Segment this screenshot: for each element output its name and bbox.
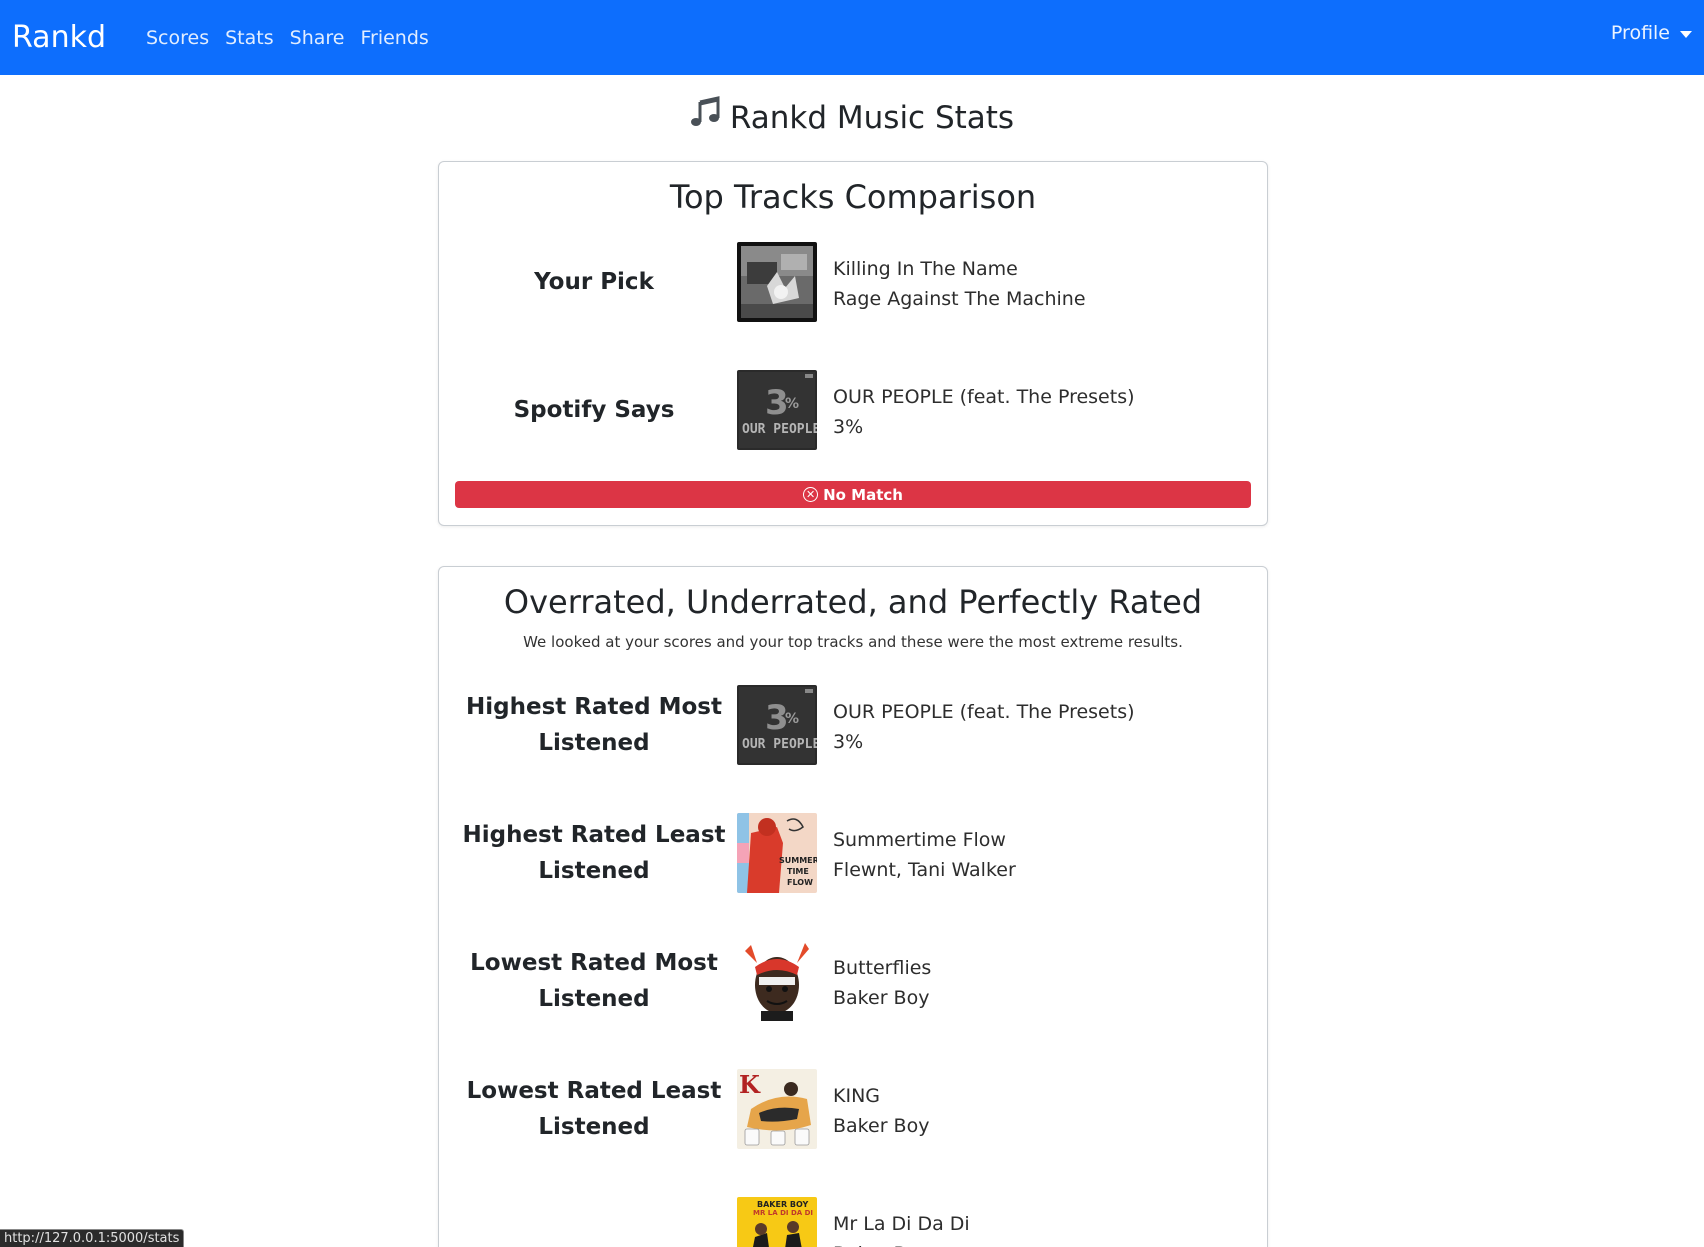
track-info: Butterflies Baker Boy: [833, 953, 931, 1013]
track-info: OUR PEOPLE (feat. The Presets) 3%: [833, 382, 1135, 442]
track-artist: 3%: [833, 731, 864, 753]
album-art-rage: [737, 242, 817, 322]
track-artist: Rage Against The Machine: [833, 288, 1086, 310]
nav-link-scores[interactable]: Scores: [146, 27, 209, 49]
svg-text:SUMMER: SUMMER: [779, 856, 817, 865]
track-info: Mr La Di Da Di Baker Boy: [833, 1209, 970, 1247]
row-label: Highest Rated Least Listened: [462, 822, 726, 884]
brand-link[interactable]: Rankd: [12, 20, 106, 55]
track-artist: Baker Boy: [833, 1239, 970, 1247]
nav-link-stats[interactable]: Stats: [225, 27, 274, 49]
svg-text:%: %: [785, 396, 799, 412]
profile-dropdown[interactable]: Profile: [1611, 22, 1692, 44]
x-circle-icon: ✕: [803, 487, 819, 502]
track-title: OUR PEOPLE (feat. The Presets): [833, 386, 1135, 408]
link-preview-statusbar: http://127.0.0.1:5000/stats: [0, 1229, 185, 1247]
track-title: Killing In The Name: [833, 258, 1018, 280]
row-label: Your Pick: [534, 269, 654, 295]
navbar: Rankd Scores Stats Share Friends Profile: [0, 0, 1704, 75]
track-info: OUR PEOPLE (feat. The Presets) 3%: [833, 697, 1135, 757]
album-art-mr-la-di-da-di: BAKER BOY MR LA DI DA DI: [737, 1197, 817, 1247]
album-art-our-people: 3 % OUR PEOPLE: [737, 685, 817, 765]
svg-text:K: K: [739, 1070, 761, 1099]
track-info: Summertime Flow Flewnt, Tani Walker: [833, 825, 1016, 885]
no-match-badge: ✕ No Match: [455, 481, 1251, 508]
album-art-summertime-flow: SUMMER TIME FLOW: [737, 813, 817, 893]
album-art-our-people: 3 % OUR PEOPLE: [737, 370, 817, 450]
ratings-subtitle: We looked at your scores and your top tr…: [523, 633, 1183, 651]
track-title: Summertime Flow: [833, 829, 1006, 851]
comparison-row-your-pick: Your Pick Killing In The Name Rage Again…: [439, 242, 1267, 322]
music-note-icon: [690, 96, 720, 136]
album-art-butterflies: [737, 941, 817, 1021]
svg-text:TIME: TIME: [787, 867, 809, 876]
ratings-title: Overrated, Underrated, and Perfectly Rat…: [503, 583, 1203, 621]
nav-link-share[interactable]: Share: [290, 27, 345, 49]
track-artist: Baker Boy: [833, 1115, 930, 1137]
ratings-card: Overrated, Underrated, and Perfectly Rat…: [438, 566, 1268, 1247]
ratings-row: Highest Rated Least Listened SUMMER TIME…: [439, 813, 1267, 893]
album-art-king: K: [737, 1069, 817, 1149]
ratings-row: Biggest Outlier BAKER BOY MR LA DI DA DI…: [439, 1197, 1267, 1247]
ratings-row: Highest Rated Most Listened 3 % OUR PEOP…: [439, 685, 1267, 765]
top-tracks-card: Top Tracks Comparison Your Pick Killing …: [438, 161, 1268, 526]
track-title: KING: [833, 1085, 880, 1107]
row-label: Biggest Outlier: [459, 1197, 729, 1247]
nav-link-friends[interactable]: Friends: [360, 27, 428, 49]
page-title: Rankd Music Stats: [0, 96, 1704, 136]
profile-label: Profile: [1610, 22, 1670, 44]
svg-text:OUR PEOPLE: OUR PEOPLE: [742, 737, 817, 752]
page-title-text: Rankd Music Stats: [729, 100, 1015, 136]
ratings-row: Lowest Rated Least Listened K KING Baker…: [439, 1069, 1267, 1149]
no-match-label: No Match: [823, 485, 903, 504]
row-label: Lowest Rated Most Listened: [470, 950, 718, 1012]
row-label: Spotify Says: [513, 397, 675, 423]
nav-links: Scores Stats Share Friends: [146, 27, 429, 49]
track-info: Killing In The Name Rage Against The Mac…: [833, 254, 1086, 314]
track-artist: 3%: [833, 416, 864, 438]
caret-down-icon: [1680, 30, 1692, 38]
track-title: OUR PEOPLE (feat. The Presets): [833, 701, 1135, 723]
track-info: KING Baker Boy: [833, 1081, 929, 1141]
row-label: Highest Rated Most Listened: [466, 694, 722, 756]
track-artist: Flewnt, Tani Walker: [833, 859, 1016, 881]
svg-text:OUR PEOPLE: OUR PEOPLE: [742, 422, 817, 437]
row-label: Lowest Rated Least Listened: [466, 1078, 722, 1140]
track-title: Mr La Di Da Di: [833, 1213, 970, 1235]
track-title: Butterflies: [833, 957, 932, 979]
comparison-row-spotify-says: Spotify Says 3 % OUR PEOPLE OUR PEOPLE (…: [439, 370, 1267, 450]
svg-text:%: %: [785, 711, 799, 727]
ratings-row: Lowest Rated Most Listened Butterflies B…: [439, 941, 1267, 1021]
svg-text:MR LA DI DA DI: MR LA DI DA DI: [753, 1209, 813, 1217]
track-artist: Baker Boy: [833, 987, 930, 1009]
svg-text:BAKER BOY: BAKER BOY: [757, 1200, 809, 1209]
svg-text:FLOW: FLOW: [787, 878, 813, 887]
top-tracks-title: Top Tracks Comparison: [669, 178, 1037, 216]
